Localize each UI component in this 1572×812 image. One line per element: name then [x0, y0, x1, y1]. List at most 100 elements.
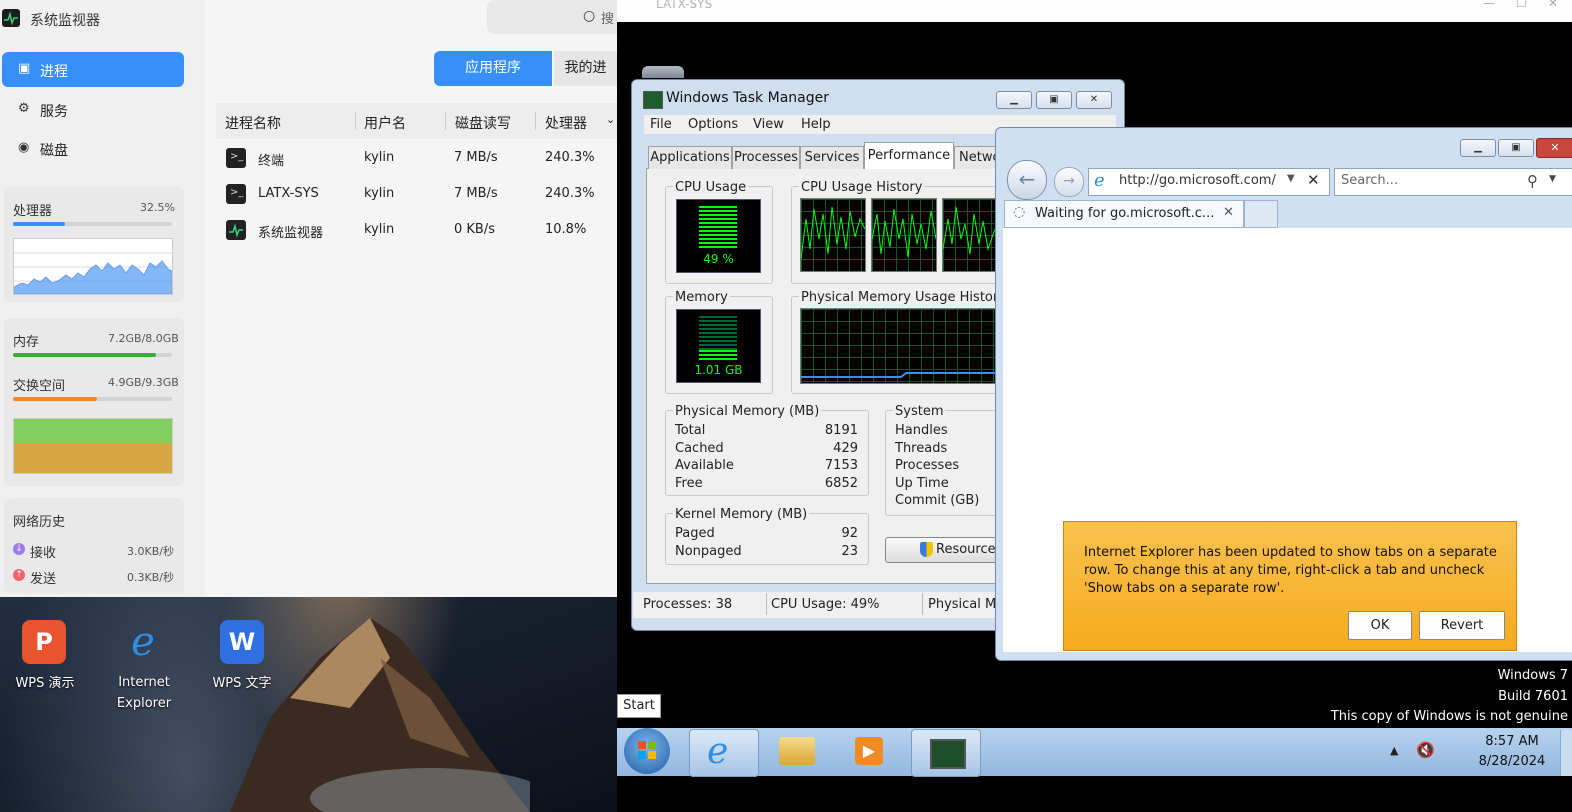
minimize-button[interactable]: ▁ [996, 91, 1032, 109]
maximize-icon[interactable]: ☐ [1516, 0, 1527, 10]
task-manager-title: Windows Task Manager [666, 90, 829, 106]
wps-presentation-icon[interactable]: P [22, 620, 66, 664]
search-placeholder: Search... [1341, 173, 1399, 188]
chevron-down-icon[interactable]: ▼ [1549, 174, 1556, 184]
start-button[interactable] [624, 728, 670, 774]
send-value: 0.3KB/秒 [127, 571, 174, 584]
phys-history-label: Physical Memory Usage History [799, 290, 1008, 305]
browser-tab[interactable]: ◌ Waiting for go.microsoft.c... ✕ [1004, 200, 1244, 228]
sidebar-item-process[interactable]: ▣ 进程 [2, 52, 184, 87]
status-divider [922, 593, 923, 615]
swap-label: 交换空间 [13, 379, 66, 394]
ok-button[interactable]: OK [1348, 611, 1412, 640]
status-physical-memory: Physical M [928, 597, 997, 612]
stat-label: Cached [675, 441, 724, 456]
column-header-name[interactable]: 进程名称 [225, 113, 281, 133]
cpu-history-graph [942, 198, 996, 272]
maximize-button[interactable]: ▣ [1036, 91, 1072, 109]
column-header-user[interactable]: 用户名 [364, 113, 406, 133]
back-button[interactable]: ← [1007, 160, 1047, 200]
column-divider [355, 112, 356, 130]
chevron-down-icon[interactable]: ⌄ [606, 113, 615, 126]
taskbar-media-player[interactable]: ▶ [835, 729, 901, 775]
resource-monitor-label: Resource [936, 542, 996, 557]
physical-memory-title: Physical Memory (MB) [673, 404, 822, 419]
tab-performance[interactable]: Performance [864, 142, 954, 169]
chevron-down-icon[interactable]: ▼ [1287, 173, 1295, 184]
window-title: 系统监视器 [30, 13, 100, 29]
stat-label: Commit (GB) [895, 493, 980, 508]
status-processes: Processes: 38 [643, 597, 733, 612]
show-hidden-icons[interactable]: ▲ [1390, 744, 1398, 757]
tab-processes[interactable]: Processes [732, 146, 800, 169]
system-monitor-logo-icon [2, 9, 20, 27]
memory-label: Memory [673, 290, 730, 305]
stat-label: Handles [895, 423, 948, 438]
forward-button[interactable]: → [1054, 167, 1084, 197]
stat-label: Total [675, 423, 706, 438]
stop-icon[interactable]: ✕ [1307, 171, 1320, 189]
taskbar-internet-explorer[interactable]: e [689, 729, 759, 777]
volume-muted-icon[interactable]: 🔇 [1416, 741, 1435, 759]
process-user: kylin [364, 150, 395, 165]
stat-label: Threads [895, 441, 948, 456]
clock-time[interactable]: 8:57 AM [1470, 734, 1554, 749]
tab-applications[interactable]: Applications [648, 146, 732, 169]
new-tab-button[interactable] [1244, 200, 1278, 228]
column-header-disk[interactable]: 磁盘读写 [455, 113, 511, 133]
taskbar-explorer[interactable] [763, 729, 829, 775]
revert-button[interactable]: Revert [1419, 611, 1505, 640]
search-input[interactable]: Search... ⚲ ▼ [1334, 168, 1572, 196]
memory-label: 内存 [13, 335, 40, 350]
stat-label: Up Time [895, 476, 949, 491]
minimize-icon[interactable]: — [1483, 0, 1495, 10]
close-icon[interactable]: ✕ [1548, 0, 1558, 10]
network-title: 网络历史 [13, 515, 66, 530]
column-header-cpu[interactable]: 处理器 [545, 113, 587, 133]
minimize-button[interactable]: ▁ [1460, 139, 1496, 157]
resource-monitor-button[interactable]: Resource [885, 537, 997, 563]
taskbar-task-manager[interactable] [911, 729, 981, 777]
menu-view[interactable]: View [753, 117, 784, 132]
address-text: http://go.microsoft.com/ [1119, 173, 1276, 188]
clock-date[interactable]: 8/28/2024 [1470, 754, 1554, 769]
close-button[interactable]: ✕ [1076, 91, 1112, 109]
loading-icon: ◌ [1013, 204, 1026, 220]
column-divider [445, 112, 446, 130]
maximize-button[interactable]: ▣ [1498, 139, 1534, 157]
tab-applications[interactable]: 应用程序 [434, 51, 552, 86]
cpu-value: 32.5% [140, 201, 175, 214]
desktop-icon-label: Internet Explorer [116, 675, 172, 711]
stat-value: 429 [833, 441, 858, 456]
stat-label: Available [675, 458, 734, 473]
show-desktop-button[interactable] [1560, 730, 1572, 776]
internet-explorer-icon[interactable]: e [120, 620, 166, 664]
process-cpu: 240.3% [545, 150, 595, 165]
task-manager-icon [930, 739, 966, 769]
phys-history-graph [800, 308, 996, 384]
close-tab-icon[interactable]: ✕ [1223, 205, 1234, 220]
notification-bar: Internet Explorer has been updated to sh… [1063, 521, 1517, 651]
tab-services[interactable]: Services [800, 146, 864, 169]
system-title: System [893, 404, 946, 419]
close-button[interactable]: ✕ [1536, 138, 1572, 158]
cpu-usage-meter: 49 % [676, 199, 761, 273]
search-input[interactable]: ○ 搜 [487, 0, 627, 34]
address-bar[interactable]: e http://go.microsoft.com/ ▼ ✕ [1088, 168, 1330, 196]
tab-my-processes[interactable]: 我的进 [554, 51, 617, 86]
menu-file[interactable]: File [650, 117, 672, 132]
sidebar-item-service[interactable]: ⚙ 服务 [2, 92, 184, 127]
media-player-icon: ▶ [855, 737, 883, 765]
menu-options[interactable]: Options [688, 117, 738, 132]
wps-writer-icon[interactable]: W [220, 620, 264, 664]
terminal-icon: >_ [226, 148, 246, 168]
recycle-bin-icon[interactable] [642, 66, 684, 78]
stat-label: Free [675, 476, 703, 491]
sidebar-item-disk[interactable]: ◉ 磁盘 [2, 131, 184, 166]
process-panel [205, 0, 617, 597]
desktop-icon-label: WPS 文字 [212, 676, 272, 691]
receive-value: 3.0KB/秒 [127, 545, 174, 558]
search-icon[interactable]: ⚲ [1527, 172, 1538, 190]
cpu-usage-label: CPU Usage [673, 180, 749, 195]
menu-help[interactable]: Help [801, 117, 831, 132]
